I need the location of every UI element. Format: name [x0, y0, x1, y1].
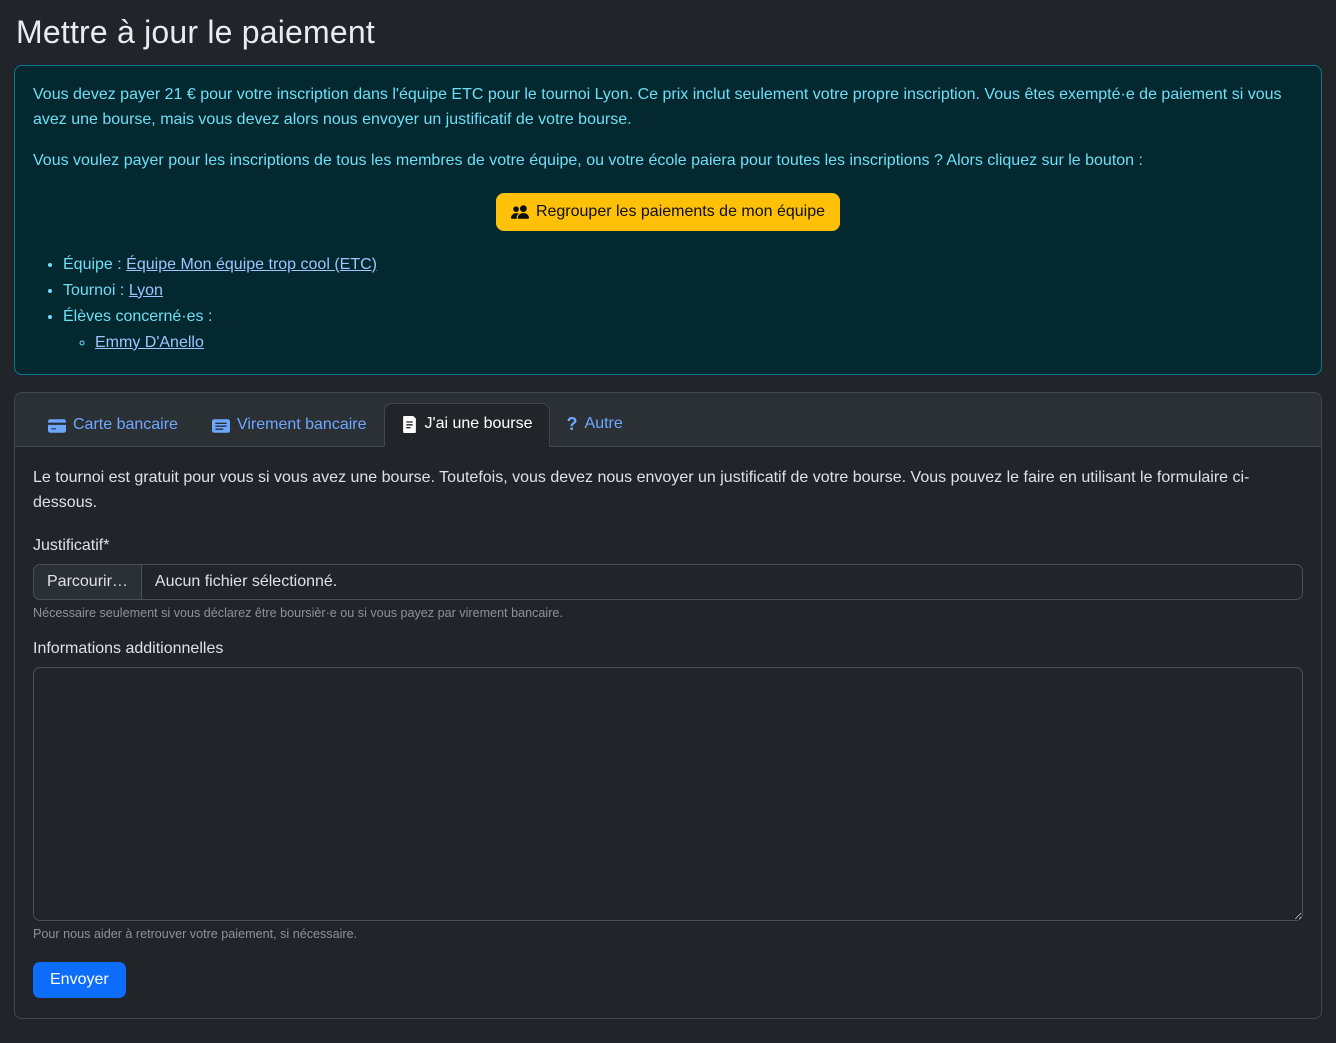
tab-jai-une-bourse[interactable]: J'ai une bourse — [384, 403, 550, 446]
team-link[interactable]: Équipe Mon équipe trop cool (ETC) — [126, 256, 377, 273]
page-title: Mettre à jour le paiement — [16, 14, 1322, 51]
browse-button[interactable]: Parcourir… — [34, 565, 142, 599]
justificatif-help-text: Nécessaire seulement si vous déclarez êt… — [33, 606, 1303, 620]
bourse-intro-text: Le tournoi est gratuit pour vous si vous… — [33, 466, 1303, 516]
tournament-label: Tournoi : — [63, 282, 124, 299]
credit-card-icon — [48, 417, 66, 435]
additional-info-label: Informations additionnelles — [33, 640, 1303, 658]
students-sublist: Emmy D'Anello — [63, 331, 1303, 355]
tournament-link[interactable]: Lyon — [129, 282, 163, 299]
tab-label: Autre — [585, 413, 623, 435]
alert-paragraph-group: Vous voulez payer pour les inscriptions … — [33, 149, 1303, 174]
file-status-text: Aucun fichier sélectionné. — [142, 565, 1302, 599]
file-text-icon — [401, 416, 418, 433]
list-item-student: Emmy D'Anello — [95, 331, 1303, 355]
payment-info-alert: Vous devez payer 21 € pour votre inscrip… — [14, 65, 1322, 375]
team-label: Équipe : — [63, 256, 122, 273]
tab-label: J'ai une bourse — [425, 413, 533, 435]
tab-virement-bancaire[interactable]: Virement bancaire — [195, 404, 384, 446]
list-item-tournament: Tournoi : Lyon — [63, 279, 1303, 303]
group-payments-button[interactable]: Regrouper les paiements de mon équipe — [496, 193, 840, 230]
registration-summary-list: Équipe : Équipe Mon équipe trop cool (ET… — [33, 253, 1303, 355]
group-button-row: Regrouper les paiements de mon équipe — [33, 193, 1303, 230]
justificatif-file-input[interactable]: Parcourir… Aucun fichier sélectionné. — [33, 564, 1303, 600]
tab-carte-bancaire[interactable]: Carte bancaire — [31, 404, 195, 446]
bourse-tab-panel: Le tournoi est gratuit pour vous si vous… — [15, 447, 1321, 1019]
group-payments-button-label: Regrouper les paiements de mon équipe — [536, 202, 825, 221]
question-mark-icon: ? — [567, 412, 578, 437]
payment-method-card: Carte bancaire Virement bancaire — [14, 392, 1322, 1020]
additional-info-textarea[interactable] — [33, 667, 1303, 921]
tab-autre[interactable]: ? Autre — [550, 402, 640, 447]
people-icon — [511, 203, 529, 221]
additional-info-help-text: Pour nous aider à retrouver votre paieme… — [33, 927, 1303, 941]
payment-tabs: Carte bancaire Virement bancaire — [31, 402, 1305, 446]
list-item-students: Élèves concerné·es : Emmy D'Anello — [63, 305, 1303, 355]
tab-label: Carte bancaire — [73, 414, 178, 436]
payment-tabs-header: Carte bancaire Virement bancaire — [15, 393, 1321, 447]
payment-update-page: Mettre à jour le paiement Vous devez pay… — [0, 0, 1336, 1043]
justificatif-label: Justificatif* — [33, 537, 1303, 555]
bank-lines-icon — [212, 417, 230, 435]
student-link[interactable]: Emmy D'Anello — [95, 334, 204, 351]
list-item-team: Équipe : Équipe Mon équipe trop cool (ET… — [63, 253, 1303, 277]
tab-label: Virement bancaire — [237, 414, 367, 436]
students-label: Élèves concerné·es : — [63, 308, 212, 325]
submit-button[interactable]: Envoyer — [33, 962, 126, 998]
alert-paragraph-price: Vous devez payer 21 € pour votre inscrip… — [33, 83, 1303, 133]
